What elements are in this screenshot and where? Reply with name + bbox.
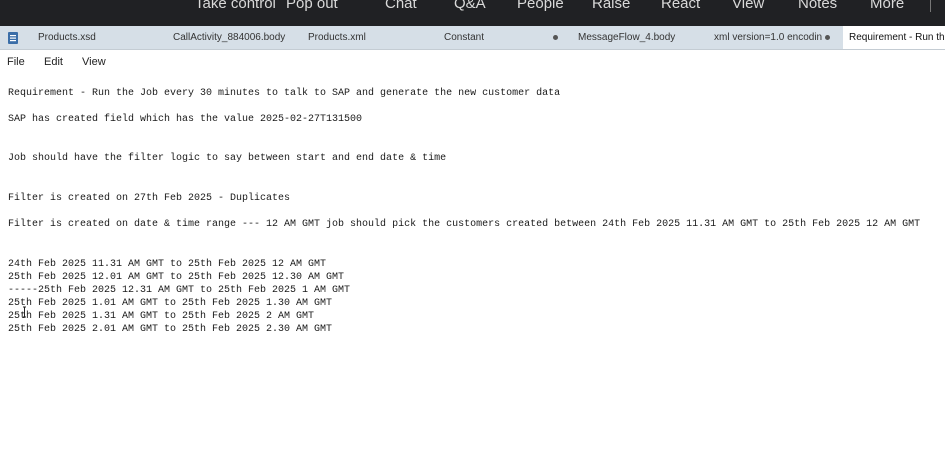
tab-label: Products.xsd — [38, 32, 96, 43]
menu-file[interactable]: File — [7, 56, 25, 68]
text-line: 24th Feb 2025 11.31 AM GMT to 25th Feb 2… — [8, 259, 327, 270]
tab-messageflow[interactable]: MessageFlow_4.body — [578, 26, 703, 49]
tab-products-xml[interactable]: Products.xml — [308, 26, 433, 49]
unsaved-dot-icon — [553, 35, 558, 40]
qa-button[interactable]: Q&A — [454, 0, 486, 13]
meeting-toolbar: Take control Pop out Chat Q&A People Rai… — [0, 0, 945, 26]
chat-button[interactable]: Chat — [385, 0, 417, 13]
text-line: 25th Feb 2025 1.01 AM GMT to 25th Feb 20… — [8, 298, 333, 309]
text-line: -----25th Feb 2025 12.31 AM GMT to 25th … — [8, 285, 351, 296]
pop-out-button[interactable]: Pop out — [286, 0, 338, 13]
notes-button[interactable]: Notes — [798, 0, 837, 13]
text-line: 25th Feb 2025 12.01 AM GMT to 25th Feb 2… — [8, 272, 345, 283]
tab-label: Requirement - Run the — [849, 32, 945, 43]
tab-label: CallActivity_884006.body — [173, 32, 286, 43]
take-control-button[interactable]: Take control — [195, 0, 276, 13]
menu-bar: File Edit View — [0, 51, 945, 75]
toolbar-divider — [930, 0, 931, 12]
tab-constant[interactable]: Constant — [444, 26, 544, 49]
react-button[interactable]: React — [661, 0, 700, 13]
text-line: 25th Feb 2025 1.31 AM GMT to 25th Feb 20… — [8, 311, 315, 322]
tab-label: Constant — [444, 32, 485, 43]
menu-view[interactable]: View — [82, 56, 106, 68]
view-button[interactable]: View — [732, 0, 764, 13]
text-line: 25th Feb 2025 2.01 AM GMT to 25th Feb 20… — [8, 324, 333, 335]
menu-edit[interactable]: Edit — [44, 56, 63, 68]
tab-requirement[interactable]: Requirement - Run the — [843, 26, 945, 49]
text-line: Job should have the filter logic to say … — [8, 153, 447, 164]
tab-label: Products.xml — [308, 32, 366, 43]
tab-label: xml version=1.0 encoding — [714, 32, 822, 43]
notepad-icon — [8, 32, 18, 44]
people-button[interactable]: People — [517, 0, 564, 13]
text-line: Requirement - Run the Job every 30 minut… — [8, 88, 561, 99]
text-line: SAP has created field which has the valu… — [8, 114, 363, 125]
tab-callactivity[interactable]: CallActivity_884006.body — [173, 26, 298, 49]
raise-button[interactable]: Raise — [592, 0, 630, 13]
tab-products-xsd[interactable]: Products.xsd — [38, 26, 158, 49]
tab-label: MessageFlow_4.body — [578, 32, 676, 43]
tab-xml-version[interactable]: xml version=1.0 encoding — [714, 26, 822, 49]
text-cursor-icon — [23, 306, 26, 318]
more-button[interactable]: More — [870, 0, 904, 13]
tab-strip: Products.xsd CallActivity_884006.body Pr… — [0, 26, 945, 50]
unsaved-dot-icon — [825, 35, 830, 40]
text-editor[interactable]: Requirement - Run the Job every 30 minut… — [0, 76, 945, 464]
text-line: Filter is created on date & time range -… — [8, 219, 921, 230]
text-line: Filter is created on 27th Feb 2025 - Dup… — [8, 193, 291, 204]
